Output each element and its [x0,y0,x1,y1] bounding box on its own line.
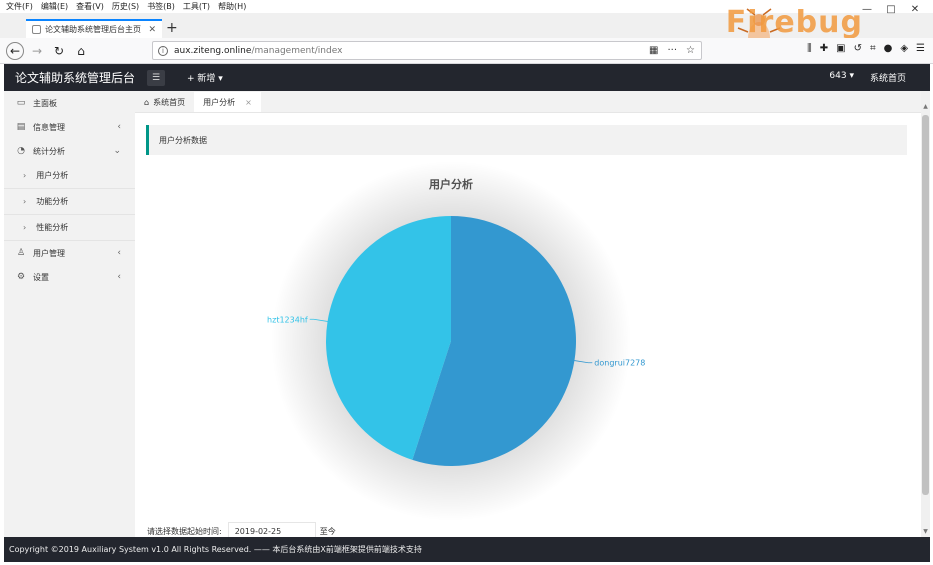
info-icon[interactable]: i [158,45,168,56]
chevron-left-icon: ‹ [117,248,121,258]
gear-icon: ⚙ [16,272,26,282]
date-label: 请选择数据起始时间: [147,526,222,536]
sidebar-item-statistics[interactable]: ◔ 统计分析 ⌄ [4,139,135,163]
close-window-icon[interactable]: ✕ [903,4,927,15]
header-right: 643 ▾ 系统首页 [829,71,906,84]
footer: Copyright ©2019 Auxiliary System v1.0 Al… [4,537,930,562]
add-new-dropdown[interactable]: + 新增 ▾ [187,71,223,84]
chart-icon: ◔ [17,146,25,156]
app-title: 论文辅助系统管理后台 [15,71,136,85]
pie-label: dongrui7278 [594,359,645,368]
back-icon[interactable]: ← [6,41,24,60]
url-path: /management/index [251,45,343,56]
page-icon [32,25,41,34]
sidebar-item-label: 信息管理 [33,122,65,132]
menu-help[interactable]: 帮助(H) [218,1,246,12]
forward-icon[interactable]: → [28,42,46,60]
content-tabs: ⌂ 系统首页 用户分析 × [135,91,921,113]
sidebar: ▭ 主面板 ▤ 信息管理 ‹ ◔ 统计分析 ⌄ › 用户分析 › 功能分析 › … [4,91,135,537]
date-suffix: 至今 [319,526,336,536]
bookmark-star-icon[interactable]: ☆ [686,45,695,56]
browser-tab[interactable]: 论文辅助系统管理后台主页 ✕ [26,19,162,38]
sidebar-item-dashboard[interactable]: ▭ 主面板 [4,91,135,115]
home-icon: ⌂ [144,97,150,107]
chevron-right-icon: › [23,223,27,232]
page-scrollbar[interactable]: ▲ ▼ [921,91,930,537]
new-tab-button[interactable]: + [166,20,178,36]
menu-history[interactable]: 历史(S) [112,1,139,12]
chevron-left-icon: ‹ [117,122,121,132]
menu-bookmarks[interactable]: 书签(B) [147,1,175,12]
sidebar-item-settings[interactable]: ⚙ 设置 ‹ [4,265,135,289]
library-icon[interactable]: ⫼ [807,43,812,54]
date-filter: 请选择数据起始时间: 2019-02-25 至今 [147,522,336,537]
sidebar-item-users[interactable]: ♙ 用户管理 ‹ [4,241,135,265]
sidebar-item-label: 设置 [33,272,49,282]
browser-toolbar-right: ⫼ ✚ ▣ ↺ ⌗ ● ◈ ☰ [807,43,925,54]
pie-label: hzt1234hf [267,315,308,324]
pie-chart: dongrui7278 hzt1234hf [267,161,645,521]
close-icon[interactable]: × [245,98,252,107]
sidebar-subitem-user-analysis[interactable]: › 用户分析 [4,163,135,189]
scroll-up-icon[interactable]: ▲ [921,103,930,110]
menu-view[interactable]: 查看(V) [76,1,104,12]
menu-edit[interactable]: 编辑(E) [41,1,68,12]
tab-label: 系统首页 [153,97,186,107]
sidebar-subitem-label: 性能分析 [36,223,69,232]
list-icon: ▤ [16,122,26,132]
sidebar-item-label: 统计分析 [33,146,65,156]
hamburger-menu-icon[interactable]: ☰ [916,43,925,54]
sidebar-subitem-performance-analysis[interactable]: › 性能分析 [4,215,135,241]
chevron-down-icon: ⌄ [113,146,121,156]
app-header: 论文辅助系统管理后台 ☰ + 新增 ▾ 643 ▾ 系统首页 [4,64,930,91]
tab-home[interactable]: ⌂ 系统首页 [135,92,195,112]
more-icon[interactable]: ··· [667,45,677,56]
menu-toggle-icon[interactable]: ☰ [147,69,166,86]
tab-label: 用户分析 [203,97,236,107]
address-bar[interactable]: i aux.ziteng.online /management/index ▦ … [152,41,702,60]
shield-icon[interactable]: ◈ [900,43,908,54]
qr-code-icon[interactable]: ▦ [649,45,658,56]
window-controls: — □ ✕ [855,0,927,18]
start-date-input[interactable]: 2019-02-25 [227,522,316,537]
main-content: ⌂ 系统首页 用户分析 × 用户分析数据 用户分析 dongrui7278 hzt… [135,91,921,537]
close-tab-icon[interactable]: ✕ [148,25,156,35]
menu-file[interactable]: 文件(F) [6,1,33,12]
tab-title: 论文辅助系统管理后台主页 [45,25,141,34]
chat-icon[interactable]: ● [884,43,893,54]
minimize-icon[interactable]: — [855,4,879,15]
section-title: 用户分析数据 [146,125,907,155]
sidebar-item-info[interactable]: ▤ 信息管理 ‹ [4,115,135,139]
url-actions: ▦ ··· ☆ [649,45,695,56]
user-icon: ♙ [16,248,26,258]
sidebar-icon[interactable]: ▣ [836,43,845,54]
sidebar-subitem-label: 功能分析 [36,197,69,206]
extension-icon[interactable]: ✚ [820,43,828,54]
menu-tools[interactable]: 工具(T) [183,1,210,12]
sidebar-item-label: 用户管理 [33,248,65,258]
scroll-thumb[interactable] [922,115,929,495]
home-link[interactable]: 系统首页 [870,71,906,84]
sync-icon[interactable]: ↺ [854,43,862,54]
user-dropdown[interactable]: 643 ▾ [829,71,854,84]
screenshot-icon[interactable]: ⌗ [870,43,876,54]
monitor-icon: ▭ [16,98,26,108]
reload-icon[interactable]: ↻ [50,42,68,60]
chevron-right-icon: › [23,171,27,180]
scroll-down-icon[interactable]: ▼ [921,528,930,535]
browser-navbar: ← → ↻ ⌂ i aux.ziteng.online /management/… [0,38,933,64]
chevron-right-icon: › [23,197,27,206]
tab-user-analysis[interactable]: 用户分析 × [194,92,261,112]
url-host: aux.ziteng.online [174,45,252,56]
sidebar-item-label: 主面板 [33,98,57,108]
chevron-left-icon: ‹ [117,272,121,282]
maximize-icon[interactable]: □ [879,4,903,15]
sidebar-subitem-label: 用户分析 [36,171,69,180]
home-icon[interactable]: ⌂ [72,42,90,60]
firebug-logo: Firebug [725,5,863,40]
sidebar-subitem-function-analysis[interactable]: › 功能分析 [4,189,135,215]
